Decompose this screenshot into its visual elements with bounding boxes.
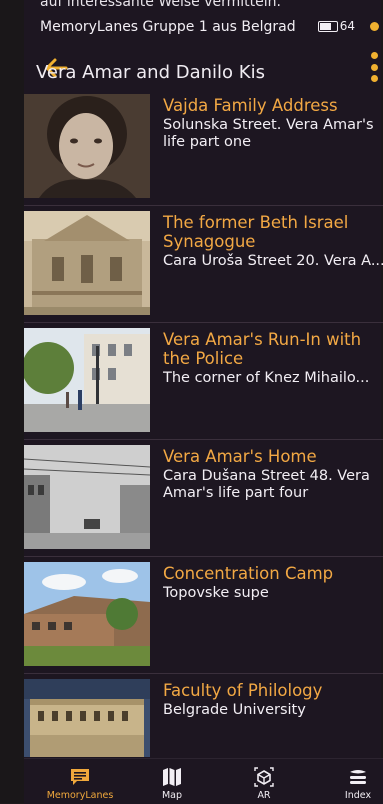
nav-label: Index xyxy=(344,790,372,801)
divider xyxy=(24,556,383,557)
list-item[interactable]: Faculty of Philology Belgrade University xyxy=(24,679,383,757)
status-bar: MemoryLanes Gruppe 1 aus Belgrad 64 xyxy=(0,14,383,44)
map-icon xyxy=(163,768,181,786)
nav-label: MemoryLanes xyxy=(46,790,114,801)
divider xyxy=(24,322,383,323)
item-title: Faculty of Philology xyxy=(163,681,323,700)
ar-cube-icon xyxy=(254,767,274,787)
item-subtitle: Topovske supe xyxy=(163,585,269,601)
chat-bubble-icon xyxy=(71,769,89,785)
overflow-menu-button[interactable] xyxy=(369,52,379,82)
list-item[interactable]: Concentration Camp Topovske supe xyxy=(24,562,383,666)
nav-map[interactable]: Map xyxy=(132,767,212,801)
battery-icon xyxy=(317,20,338,32)
nav-ar[interactable]: AR xyxy=(224,767,304,801)
divider xyxy=(24,439,383,440)
divider xyxy=(24,205,383,206)
portrait-photo xyxy=(24,94,150,198)
item-title: Vera Amar's Home xyxy=(163,447,317,466)
list-item[interactable]: Vera Amar's Home Cara Dušana Street 48. … xyxy=(24,445,383,549)
nav-memorylanes[interactable]: MemoryLanes xyxy=(40,767,120,801)
battery-percent: 64 xyxy=(339,19,355,33)
list-item[interactable]: The former Beth Israel Synagogue Cara Ur… xyxy=(24,211,383,315)
status-message: MemoryLanes Gruppe 1 aus Belgrad xyxy=(40,19,296,35)
item-title: Vajda Family Address xyxy=(163,96,338,115)
battery-indicator: 64 xyxy=(317,19,355,33)
item-subtitle: Solunska Street. Vera Amar's life part o… xyxy=(163,117,374,150)
synagogue-photo xyxy=(24,211,150,315)
nav-label: AR xyxy=(257,790,271,801)
page-title: Vera Amar and Danilo Kis xyxy=(36,62,265,83)
list-item[interactable]: Vera Amar's Run-In with the Police The c… xyxy=(24,328,383,432)
notification-dot xyxy=(370,22,379,31)
menu-dot-icon xyxy=(370,75,378,82)
item-subtitle: The corner of Knez Mihailo... xyxy=(163,370,370,386)
menu-dot-icon xyxy=(370,52,378,59)
device-frame-left xyxy=(0,0,24,803)
item-subtitle: Cara Dušana Street 48. Vera Amar's life … xyxy=(163,468,370,501)
item-subtitle: Belgrade University xyxy=(163,702,306,718)
item-title: Vera Amar's Run-In with the Police xyxy=(163,330,362,368)
bottom-navigation: MemoryLanes Map AR Index xyxy=(24,758,383,804)
list-item[interactable]: Vajda Family Address Solunska Street. Ve… xyxy=(24,94,383,198)
notification-ticker: auf interessante Weise vermitteln. xyxy=(40,0,281,10)
index-stack-icon xyxy=(350,770,366,784)
item-title: Concentration Camp xyxy=(163,564,334,583)
item-subtitle: Cara Uroša Street 20. Vera A... xyxy=(163,253,383,269)
item-title: The former Beth Israel Synagogue xyxy=(163,213,349,251)
historic-street-photo xyxy=(24,445,150,549)
camp-building-photo xyxy=(24,562,150,666)
divider xyxy=(24,673,383,674)
street-corner-photo xyxy=(24,328,150,432)
nav-label: Map xyxy=(161,790,183,801)
nav-index[interactable]: Index xyxy=(318,767,383,801)
menu-dot-icon xyxy=(370,63,378,71)
university-building-photo xyxy=(24,679,150,757)
